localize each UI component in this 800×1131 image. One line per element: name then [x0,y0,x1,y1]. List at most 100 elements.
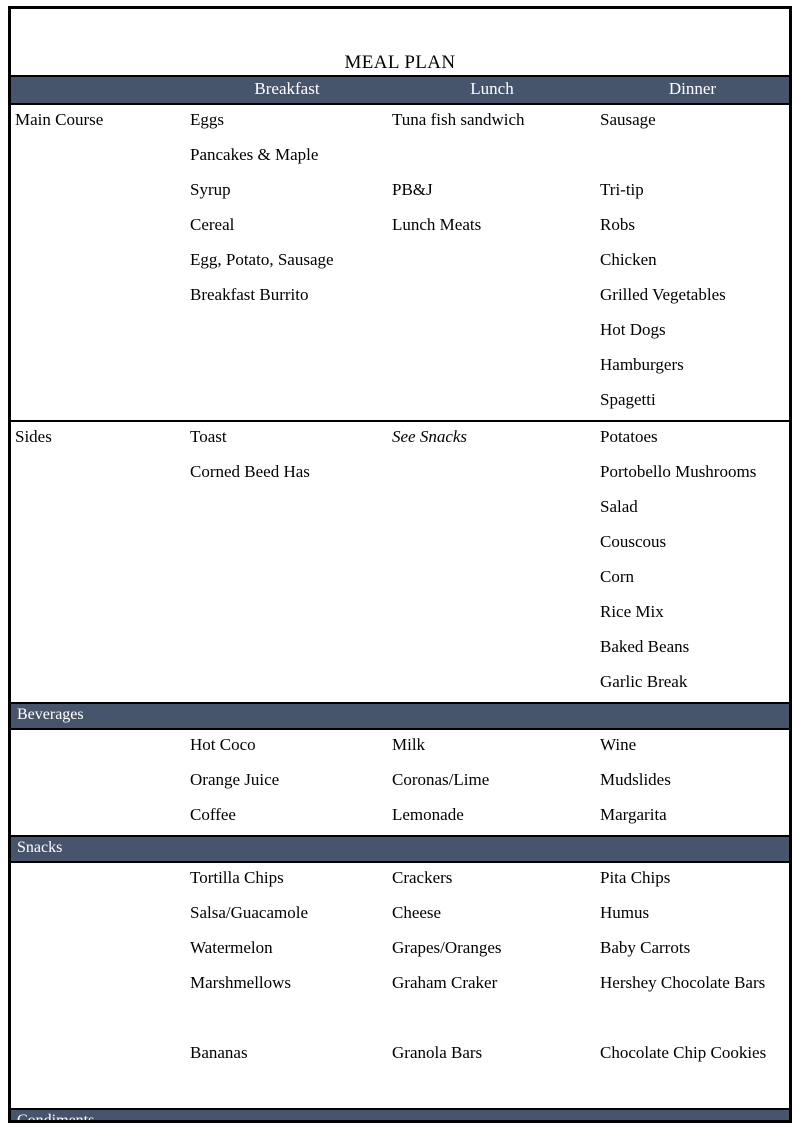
cell-breakfast [186,562,388,597]
cell-dinner: Hamburgers [600,354,684,374]
meal-plan-sheet: MEAL PLAN Breakfast Lunch Dinner Main Cours… [8,6,792,1123]
cell-lunch: See Snacks [392,426,468,446]
table-row: Corn [11,562,789,597]
row-label-empty [11,898,186,933]
table-row: Syrup PB&J Tri-tip [11,175,789,210]
cell-lunch [388,597,596,632]
cell-lunch: Cheese [392,903,442,923]
row-label-empty [11,765,186,800]
table-row: Breakfast Burrito Grilled Vegetables [11,280,789,315]
cell-lunch [388,1003,596,1038]
table-row: Cereal Lunch Meats Robs [11,210,789,245]
cell-breakfast [186,315,388,350]
cell-breakfast: Eggs [190,109,224,129]
row-label-empty [11,1073,186,1108]
cell-lunch: Granola Bars [392,1043,483,1063]
cell-dinner: Salad [600,496,638,516]
column-header-breakfast: Breakfast [186,75,388,105]
cell-lunch: Tuna fish sandwich [392,109,525,129]
table-row: Baked Beans [11,632,789,667]
row-label-main-course: Main Course [15,109,104,129]
row-label-empty [11,667,186,702]
cell-lunch: Lunch Meats [392,214,482,234]
cell-dinner: Robs [600,214,635,234]
row-label-empty [11,1003,186,1038]
section-band-condiments: Condiments [11,1108,789,1120]
table-row: Corned Beed Has Portobello Mushrooms [11,457,789,492]
cell-breakfast: Bananas [190,1043,248,1063]
cell-dinner: Potatoes [600,426,658,446]
cell-lunch [388,527,596,562]
table-row: Tortilla Chips Crackers Pita Chips [11,862,789,898]
column-header-dinner: Dinner [596,75,789,105]
column-header-row: Breakfast Lunch Dinner [11,75,789,105]
table-row: Bananas Granola Bars Chocolate Chip Cookie… [11,1038,789,1073]
row-label-empty [11,729,186,765]
cell-breakfast [186,385,388,420]
row-label-empty [11,862,186,898]
table-row: Egg, Potato, Sausage Chicken [11,245,789,280]
cell-breakfast: Orange Juice [190,769,280,789]
cell-lunch [388,385,596,420]
section-band-snacks: Snacks [11,834,789,864]
table-row [11,1073,789,1108]
row-label-empty [11,1038,186,1073]
table-row [11,1003,789,1038]
table-row: Pancakes & Maple [11,140,789,175]
section-band-label: Condiments [11,1108,789,1120]
cell-dinner: Hershey Chocolate Bars [600,973,766,993]
cell-dinner: Sausage [600,109,656,129]
cell-lunch: Graham Craker [392,973,498,993]
cell-lunch [388,667,596,702]
meal-plan-body: Breakfast Lunch Dinner Main Course Eggs Tuna … [11,75,789,1120]
cell-breakfast: Syrup [190,179,231,199]
cell-dinner: Garlic Break [600,671,688,691]
table-row: Hot Dogs [11,315,789,350]
row-label-empty [11,968,186,1003]
cell-dinner: Portobello Mushrooms [600,461,757,481]
cell-dinner [596,1073,789,1108]
meal-plan-table: Breakfast Lunch Dinner Main Course Eggs Tuna … [11,75,789,1120]
cell-lunch: Grapes/Oranges [392,938,502,958]
document-page: MEAL PLAN Breakfast Lunch Dinner Main Cours… [0,0,800,1131]
cell-breakfast: Coffee [190,804,236,824]
table-row: Garlic Break [11,667,789,702]
cell-lunch [388,350,596,385]
section-band-label: Beverages [11,701,789,730]
cell-dinner: Chicken [600,249,657,269]
cell-breakfast: Corned Beed Has [190,461,310,481]
row-label-empty [11,632,186,667]
cell-lunch [388,140,596,175]
cell-dinner: Mudslides [600,769,671,789]
row-label-empty [11,457,186,492]
cell-breakfast [186,350,388,385]
cell-lunch [388,1073,596,1108]
cell-dinner: Wine [600,734,637,754]
table-row: Hamburgers [11,350,789,385]
cell-breakfast: Watermelon [190,938,273,958]
column-header-lunch: Lunch [388,75,596,105]
cell-breakfast [186,1003,388,1038]
cell-breakfast: Hot Coco [190,734,256,754]
table-row: Spagetti [11,385,789,420]
section-band-beverages: Beverages [11,701,789,730]
table-row: Sides Toast See Snacks Potatoes [11,421,789,457]
row-label-empty [11,280,186,315]
cell-dinner: Pita Chips [600,868,671,888]
cell-lunch [388,562,596,597]
row-label-sides: Sides [15,426,52,446]
cell-lunch: Milk [392,734,426,754]
page-title: MEAL PLAN [344,52,456,73]
cell-lunch [388,457,596,492]
cell-lunch [388,315,596,350]
table-row: Main Course Eggs Tuna fish sandwich Sausage [11,104,789,140]
cell-breakfast [186,492,388,527]
cell-lunch: Crackers [392,868,453,888]
cell-dinner: Couscous [600,531,667,551]
table-row: Rice Mix [11,597,789,632]
cell-dinner: Rice Mix [600,601,664,621]
row-label-empty [11,562,186,597]
cell-lunch: PB&J [392,179,433,199]
table-row: Orange Juice Coronas/Lime Mudslides [11,765,789,800]
section-band-label: Snacks [11,834,789,864]
